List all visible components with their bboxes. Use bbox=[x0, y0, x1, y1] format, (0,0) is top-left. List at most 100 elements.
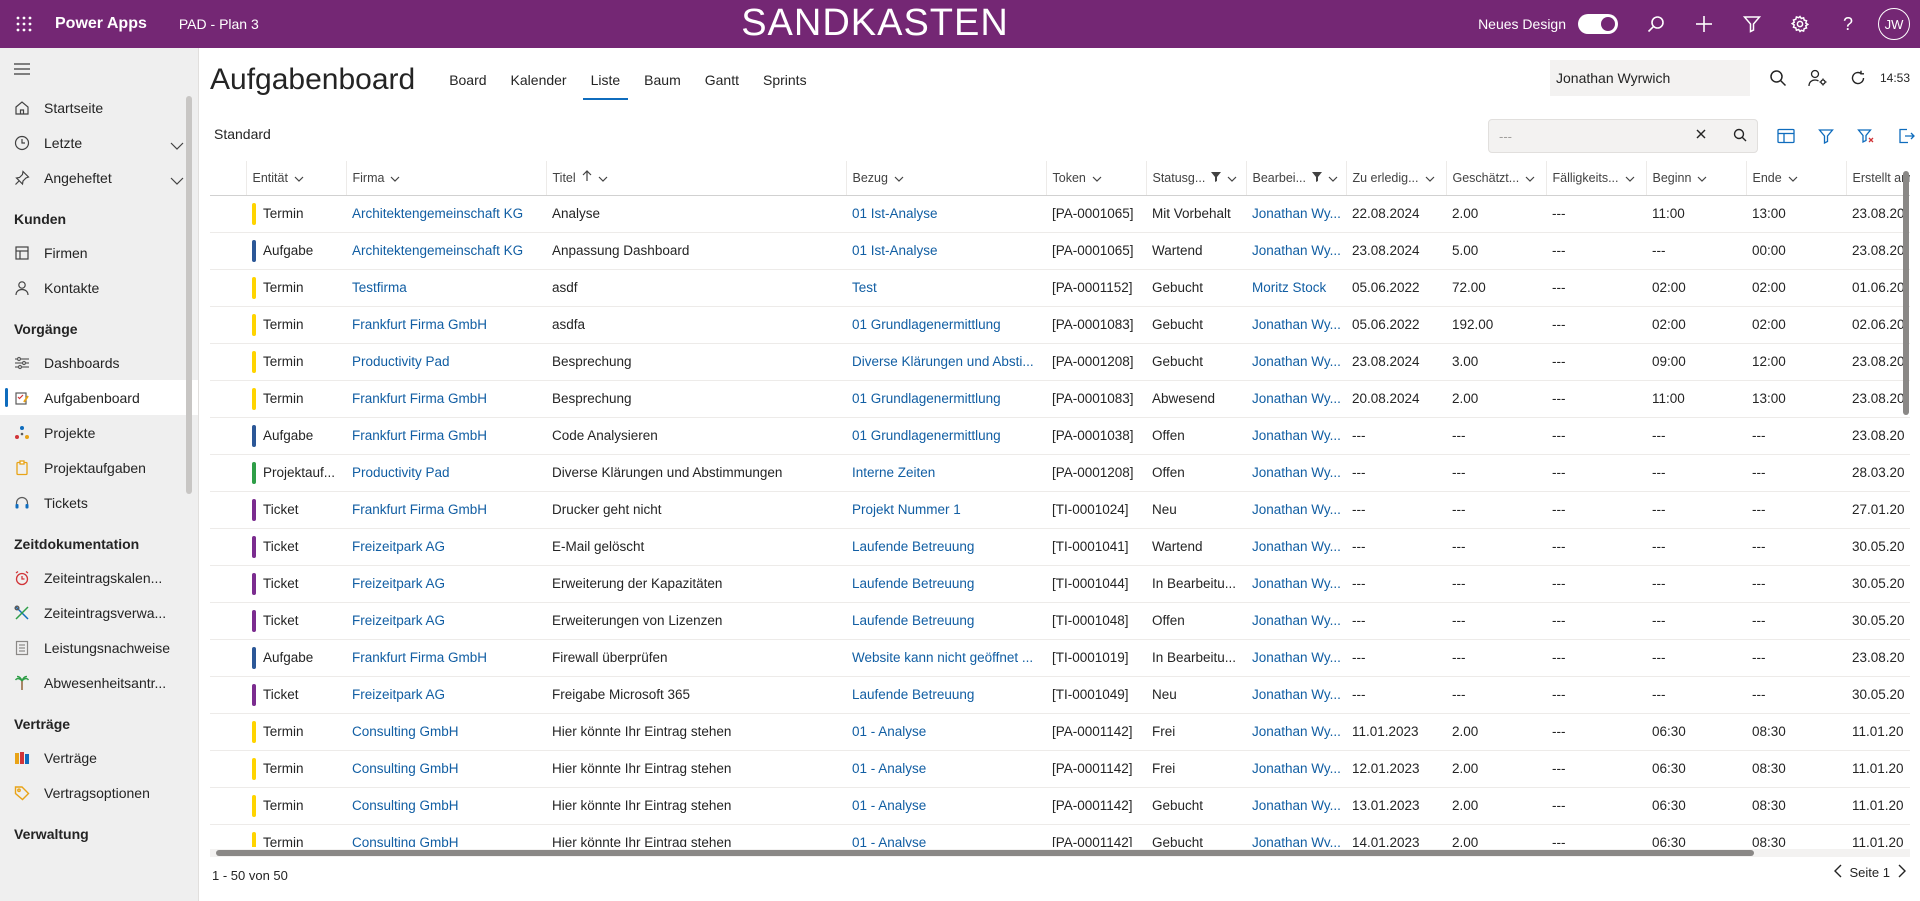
cell-bearbeiter[interactable]: Jonathan Wy... bbox=[1246, 528, 1346, 566]
cell-bearbeiter[interactable]: Moritz Stock bbox=[1246, 269, 1346, 307]
table-row[interactable]: Ticket Freizeitpark AG Erweiterungen von L… bbox=[210, 602, 1910, 640]
tab-liste[interactable]: Liste bbox=[579, 60, 633, 100]
cell-firma[interactable]: Productivity Pad bbox=[346, 454, 546, 492]
plus-icon[interactable] bbox=[1680, 0, 1728, 48]
cell-bezug[interactable]: 01 Grundlagenermittlung bbox=[846, 380, 1046, 418]
cell-bezug[interactable]: 01 - Analyse bbox=[846, 824, 1046, 847]
cell-bearbeiter[interactable]: Jonathan Wy... bbox=[1246, 232, 1346, 270]
cell-bezug[interactable]: 01 - Analyse bbox=[846, 713, 1046, 751]
app-title[interactable]: Power Apps bbox=[55, 15, 147, 33]
row-select[interactable] bbox=[210, 528, 246, 566]
sidebar-item-startseite[interactable]: Startseite bbox=[0, 90, 198, 125]
column-header-geschaetzt[interactable]: Geschätzt... bbox=[1445, 161, 1546, 196]
user-settings-icon[interactable] bbox=[1798, 60, 1838, 96]
sidebar-item-letzte[interactable]: Letzte bbox=[0, 125, 198, 160]
previous-page-icon[interactable] bbox=[1833, 864, 1842, 881]
row-select[interactable] bbox=[210, 713, 246, 751]
cell-bezug[interactable]: 01 Grundlagenermittlung bbox=[846, 306, 1046, 344]
user-avatar[interactable]: JW bbox=[1878, 8, 1910, 40]
table-row[interactable]: Termin Consulting GmbH Hier könnte Ihr Ein… bbox=[210, 824, 1910, 847]
hamburger-icon[interactable] bbox=[0, 48, 198, 90]
grid-vertical-scrollbar[interactable] bbox=[1902, 161, 1910, 847]
column-header-status[interactable]: Statusg... bbox=[1145, 161, 1246, 196]
search-icon[interactable] bbox=[1632, 0, 1680, 48]
cell-bezug[interactable]: 01 - Analyse bbox=[846, 787, 1046, 825]
sidebar-item-leistungsnachweise[interactable]: Leistungsnachweise bbox=[0, 630, 198, 665]
sidebar-item-abwesenheitsantraege[interactable]: Abwesenheitsantr... bbox=[0, 665, 198, 700]
cell-bezug[interactable]: Projekt Nummer 1 bbox=[846, 491, 1046, 529]
table-row[interactable]: Aufgabe Frankfurt Firma GmbH Code Analysie… bbox=[210, 417, 1910, 455]
tab-baum[interactable]: Baum bbox=[632, 60, 693, 100]
table-row[interactable]: Termin Consulting GmbH Hier könnte Ihr Ein… bbox=[210, 713, 1910, 751]
cell-bearbeiter[interactable]: Jonathan Wy... bbox=[1246, 824, 1346, 847]
table-row[interactable]: Aufgabe Architektengemeinschaft KG Anpassu… bbox=[210, 232, 1910, 270]
table-row[interactable]: Termin Consulting GmbH Hier könnte Ihr Ein… bbox=[210, 750, 1910, 788]
row-select[interactable] bbox=[210, 454, 246, 492]
table-row[interactable]: Ticket Freizeitpark AG Freigabe Microsoft … bbox=[210, 676, 1910, 714]
cell-firma[interactable]: Freizeitpark AG bbox=[346, 565, 546, 603]
cell-bearbeiter[interactable]: Jonathan Wy... bbox=[1246, 565, 1346, 603]
cell-firma[interactable]: Frankfurt Firma GmbH bbox=[346, 380, 546, 418]
row-select[interactable] bbox=[210, 195, 246, 233]
select-all-header[interactable] bbox=[210, 161, 246, 196]
cell-bezug[interactable]: 01 - Analyse bbox=[846, 750, 1046, 788]
column-header-zu-erledigen[interactable]: Zu erledig... bbox=[1345, 161, 1446, 196]
cell-bearbeiter[interactable]: Jonathan Wy... bbox=[1246, 306, 1346, 344]
table-row[interactable]: Termin Productivity Pad Besprechung Diverse… bbox=[210, 343, 1910, 381]
next-page-icon[interactable] bbox=[1898, 864, 1906, 881]
cell-bearbeiter[interactable]: Jonathan Wy... bbox=[1246, 417, 1346, 455]
row-select[interactable] bbox=[210, 676, 246, 714]
table-row[interactable]: Termin Consulting GmbH Hier könnte Ihr Ein… bbox=[210, 787, 1910, 825]
chevron-down-icon[interactable] bbox=[170, 137, 184, 153]
column-header-beginn[interactable]: Beginn bbox=[1645, 161, 1746, 196]
cell-bezug[interactable]: 01 Grundlagenermittlung bbox=[846, 417, 1046, 455]
sidebar-item-vertragsoptionen[interactable]: Vertragsoptionen bbox=[0, 775, 198, 810]
column-header-erstellt[interactable]: Erstellt am bbox=[1845, 161, 1910, 196]
sidebar-item-firmen[interactable]: Firmen bbox=[0, 235, 198, 270]
cell-bezug[interactable]: Laufende Betreuung bbox=[846, 565, 1046, 603]
table-row[interactable]: Termin Architektengemeinschaft KG Analyse 0… bbox=[210, 195, 1910, 233]
row-select[interactable] bbox=[210, 380, 246, 418]
environment-name[interactable]: PAD - Plan 3 bbox=[179, 16, 259, 32]
sidebar-item-tickets[interactable]: Tickets bbox=[0, 485, 198, 520]
table-row[interactable]: Aufgabe Frankfurt Firma GmbH Firewall über… bbox=[210, 639, 1910, 677]
cell-bezug[interactable]: Diverse Klärungen und Absti... bbox=[846, 343, 1046, 381]
refresh-icon[interactable] bbox=[1838, 60, 1878, 96]
cell-firma[interactable]: Frankfurt Firma GmbH bbox=[346, 639, 546, 677]
cell-firma[interactable]: Frankfurt Firma GmbH bbox=[346, 491, 546, 529]
cell-firma[interactable]: Frankfurt Firma GmbH bbox=[346, 306, 546, 344]
sidebar-item-angeheftet[interactable]: Angeheftet bbox=[0, 160, 198, 195]
chevron-down-icon[interactable] bbox=[170, 172, 184, 188]
cell-bearbeiter[interactable]: Jonathan Wy... bbox=[1246, 602, 1346, 640]
cell-bearbeiter[interactable]: Jonathan Wy... bbox=[1246, 491, 1346, 529]
row-select[interactable] bbox=[210, 639, 246, 677]
cell-bearbeiter[interactable]: Jonathan Wy... bbox=[1246, 454, 1346, 492]
table-row[interactable]: Projektauf... Productivity Pad Diverse Klä… bbox=[210, 454, 1910, 492]
cell-bearbeiter[interactable]: Jonathan Wy... bbox=[1246, 713, 1346, 751]
cell-bezug[interactable]: Website kann nicht geöffnet ... bbox=[846, 639, 1046, 677]
table-row[interactable]: Ticket Freizeitpark AG Erweiterung der Kap… bbox=[210, 565, 1910, 603]
table-row[interactable]: Ticket Freizeitpark AG E-Mail gelöscht Lauf… bbox=[210, 528, 1910, 566]
column-header-faelligkeit[interactable]: Fälligkeits... bbox=[1545, 161, 1646, 196]
cell-bearbeiter[interactable]: Jonathan Wy... bbox=[1246, 343, 1346, 381]
sidebar-item-vertraege[interactable]: Verträge bbox=[0, 740, 198, 775]
row-select[interactable] bbox=[210, 565, 246, 603]
scroll-thumb[interactable] bbox=[216, 850, 1754, 856]
tab-kalender[interactable]: Kalender bbox=[499, 60, 579, 100]
cell-firma[interactable]: Consulting GmbH bbox=[346, 787, 546, 825]
table-row[interactable]: Termin Frankfurt Firma GmbH asdfa 01 Grundl… bbox=[210, 306, 1910, 344]
app-launcher-icon[interactable] bbox=[0, 0, 48, 48]
grid-horizontal-scrollbar[interactable] bbox=[210, 849, 1910, 857]
cell-bezug[interactable]: Test bbox=[846, 269, 1046, 307]
user-filter-field[interactable]: Jonathan Wyrwich bbox=[1550, 60, 1750, 96]
sidebar-item-aufgabenboard[interactable]: Aufgabenboard bbox=[0, 380, 198, 415]
sidebar-item-projekte[interactable]: Projekte bbox=[0, 415, 198, 450]
sidebar-item-zeiteintragskalender[interactable]: Zeiteintragskalen... bbox=[0, 560, 198, 595]
sidebar-item-projektaufgaben[interactable]: Projektaufgaben bbox=[0, 450, 198, 485]
cell-firma[interactable]: Testfirma bbox=[346, 269, 546, 307]
table-row[interactable]: Termin Testfirma asdf Test [PA-0001152] Gebuc… bbox=[210, 269, 1910, 307]
row-select[interactable] bbox=[210, 787, 246, 825]
cell-firma[interactable]: Architektengemeinschaft KG bbox=[346, 195, 546, 233]
search-icon[interactable] bbox=[1733, 128, 1747, 145]
clear-icon[interactable] bbox=[1695, 128, 1707, 143]
